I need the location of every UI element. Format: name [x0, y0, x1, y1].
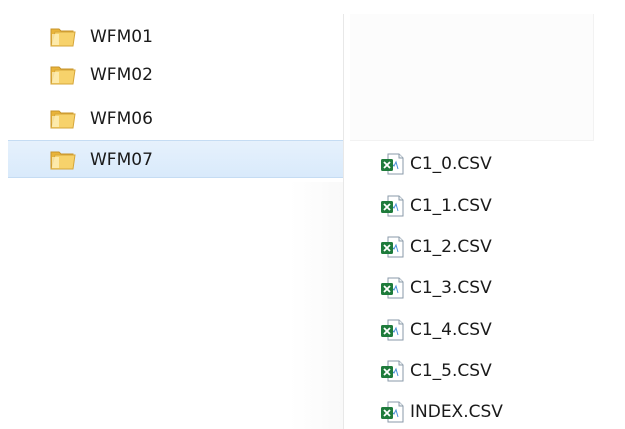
- file-item-c1-0[interactable]: C1_0.CSV: [380, 143, 625, 183]
- folder-icon: [49, 108, 77, 130]
- excel-csv-file-icon: [380, 236, 404, 258]
- folder-item-wfm07[interactable]: WFM07: [8, 140, 343, 178]
- preview-area: [350, 14, 594, 141]
- file-label: C1_3.CSV: [410, 278, 492, 298]
- pane-shade: [290, 182, 343, 429]
- file-list-pane: C1_0.CSV C1_1.CSV C1_2.CSV C1_3.CSV C1_4…: [344, 0, 625, 429]
- file-item-c1-3[interactable]: C1_3.CSV: [380, 267, 625, 307]
- folder-label: WFM02: [90, 65, 153, 85]
- file-label: C1_4.CSV: [410, 320, 492, 340]
- file-label: C1_2.CSV: [410, 237, 492, 257]
- folder-tree-pane: WFM01 WFM02 WFM06 WFM07: [0, 0, 343, 429]
- file-item-index[interactable]: INDEX.CSV: [380, 391, 625, 429]
- excel-csv-file-icon: [380, 277, 404, 299]
- excel-csv-file-icon: [380, 401, 404, 423]
- folder-icon: [49, 64, 77, 86]
- folder-item-wfm01[interactable]: WFM01: [8, 18, 343, 56]
- folder-icon: [49, 149, 77, 171]
- folder-icon: [49, 26, 77, 48]
- file-label: INDEX.CSV: [410, 402, 503, 422]
- file-item-c1-2[interactable]: C1_2.CSV: [380, 226, 625, 266]
- file-label: C1_1.CSV: [410, 196, 492, 216]
- folder-label: WFM06: [90, 109, 153, 129]
- folder-label: WFM01: [90, 27, 153, 47]
- explorer-window: WFM01 WFM02 WFM06 WFM07 C1_0.CSV C1_1.CS…: [0, 0, 625, 429]
- folder-item-wfm06[interactable]: WFM06: [8, 100, 343, 138]
- file-item-c1-1[interactable]: C1_1.CSV: [380, 185, 625, 225]
- excel-csv-file-icon: [380, 195, 404, 217]
- file-item-c1-4[interactable]: C1_4.CSV: [380, 309, 625, 349]
- excel-csv-file-icon: [380, 153, 404, 175]
- file-item-c1-5[interactable]: C1_5.CSV: [380, 350, 625, 390]
- file-label: C1_5.CSV: [410, 361, 492, 381]
- file-label: C1_0.CSV: [410, 154, 492, 174]
- excel-csv-file-icon: [380, 319, 404, 341]
- folder-label: WFM07: [90, 150, 153, 170]
- folder-item-wfm02[interactable]: WFM02: [8, 56, 343, 94]
- excel-csv-file-icon: [380, 360, 404, 382]
